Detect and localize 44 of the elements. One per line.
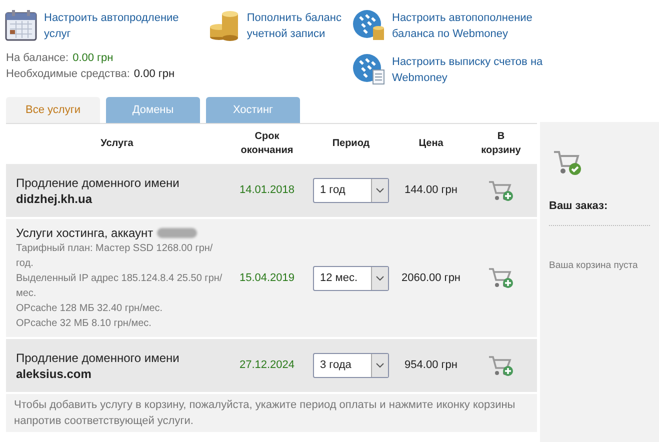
globe-document-icon [352,52,386,86]
globe-coins-icon [352,8,386,42]
domain-name: aleksius.com [16,366,92,382]
cart-add-icon[interactable] [488,266,514,290]
action-link[interactable]: Настроить автопополнение баланса по Webmoney [392,8,562,42]
required-funds-label: Необходимые средства: [6,67,130,82]
calendar-icon [4,8,38,42]
period-dropdown[interactable]: 3 года [313,353,389,378]
column-header: Цена [418,137,444,151]
action-link[interactable]: Пополнить баланс учетной записи [246,8,352,42]
column-header: В корзину [480,130,522,158]
action-link[interactable]: Настроить автопродление услуг [44,8,199,42]
instruction-text: Чтобы добавить услугу в корзину, пожалуйста, укажите период оплаты и нажмите иконку корзины напротив соответствующей услуги. [6,394,537,432]
expiry-date: 14.01.2018 [239,183,295,198]
action-link[interactable]: Настроить выписку счетов на Webmoney [392,52,562,86]
price: 954.00 грн [404,358,458,374]
plan-detail: OPcache 128 МБ 32.40 грн/мес. [16,302,164,316]
column-header: Период [332,137,370,151]
chevron-down-icon [376,188,384,193]
column-header: Срок окончания [240,130,294,158]
plan-detail: OPcache 32 МБ 8.10 грн/мес. [16,317,152,331]
cart-add-icon[interactable] [488,178,514,202]
price: 144.00 грн [404,183,458,198]
chevron-down-icon [376,363,384,368]
domain-name: didzhej.kh.ua [16,190,94,206]
service-title: Продление доменного имени [16,174,180,190]
required-funds-value: 0.00 грн [134,67,175,82]
period-dropdown[interactable]: 1 год [313,178,389,203]
period-dropdown[interactable]: 12 мес. [313,266,389,290]
cart-check-icon [552,148,582,178]
order-title: Ваш заказ: [549,198,650,226]
expiry-date: 27.12.2024 [239,358,295,374]
balance-label: На балансе: [6,51,69,66]
service-title: Продление доменного имени [16,350,180,366]
expiry-date: 15.04.2019 [239,270,295,286]
balance-value: 0.00 грн [72,51,114,66]
price: 2060.00 грн [401,270,461,286]
empty-cart-text: Ваша корзина пуста [549,258,639,272]
service-title: Услуги хостинга, аккаунт [16,225,154,241]
plan-detail: Выделенный IP адрес 185.124.8.4 25.50 грн/мес. [16,272,224,301]
column-header: Услуга [100,137,134,151]
chevron-down-icon [376,276,384,280]
cart-add-icon[interactable] [488,354,514,378]
plan-detail: Тарифный план: Мастер SSD 1268.00 грн/год. [16,242,214,271]
